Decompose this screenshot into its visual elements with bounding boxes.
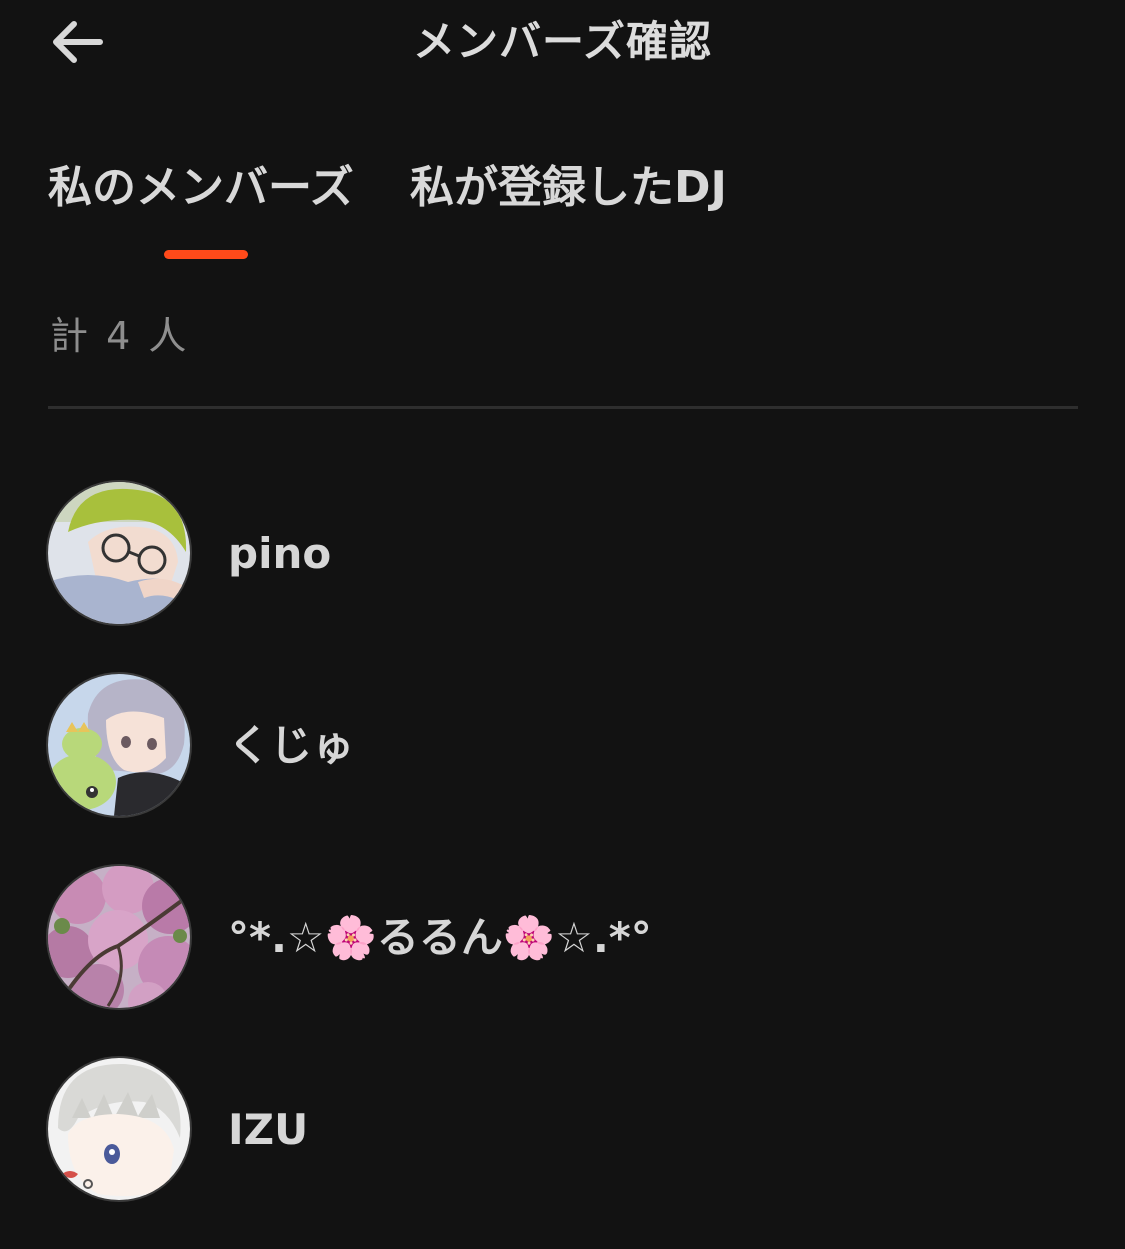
tab-registered-dj[interactable]: 私が登録したDJ — [410, 156, 727, 220]
member-avatar[interactable] — [48, 674, 190, 816]
tab-bar: 私のメンバーズ 私が登録したDJ — [48, 156, 1078, 266]
member-name: pino — [228, 529, 332, 578]
member-name: IZU — [228, 1105, 309, 1154]
member-avatar[interactable] — [48, 1058, 190, 1200]
page-title: メンバーズ確認 — [413, 17, 712, 66]
member-avatar[interactable] — [48, 482, 190, 624]
member-name: °*.☆🌸るるん🌸☆.*° — [228, 913, 652, 962]
divider — [48, 406, 1078, 409]
member-count: 計 4 人 — [50, 314, 190, 358]
active-tab-indicator — [164, 250, 248, 259]
member-row-izu[interactable]: IZU — [48, 1058, 1078, 1202]
member-avatar[interactable] — [48, 866, 190, 1008]
member-row-pino[interactable]: pino — [48, 482, 1078, 626]
member-row-kuju[interactable]: くじゅ — [48, 674, 1078, 818]
member-row-rurun[interactable]: °*.☆🌸るるん🌸☆.*° — [48, 866, 1078, 1010]
tab-my-members[interactable]: 私のメンバーズ — [48, 156, 354, 220]
member-name: くじゅ — [228, 721, 355, 770]
header-bar: メンバーズ確認 — [0, 0, 1125, 88]
